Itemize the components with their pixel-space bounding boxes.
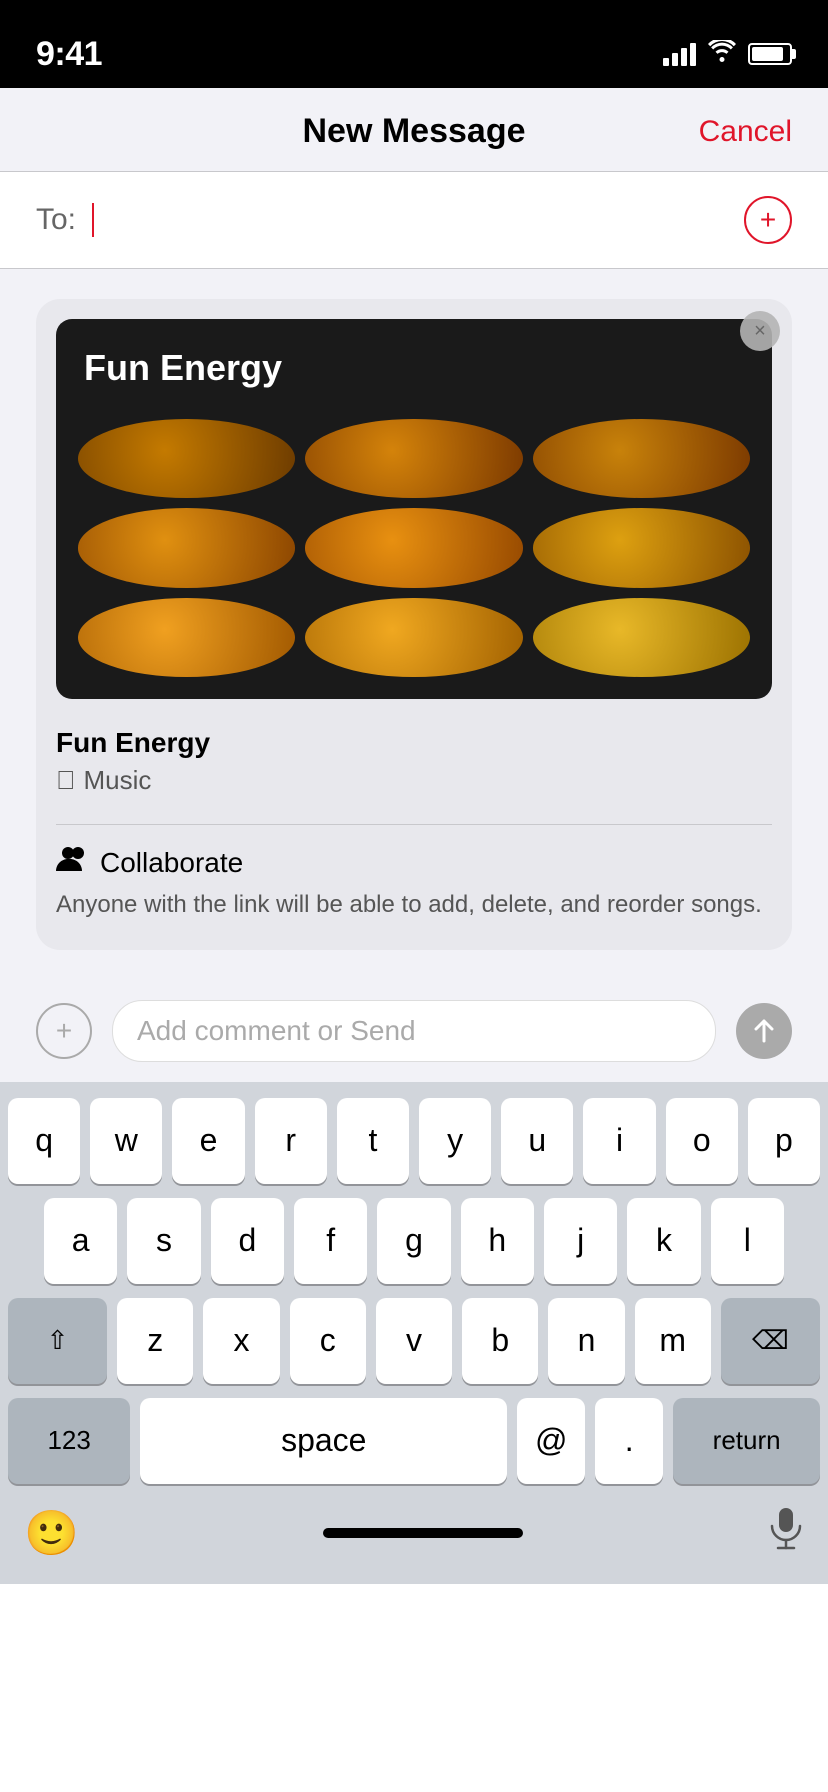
collaborate-icon bbox=[56, 845, 90, 880]
keyboard-row-3: ⇧ z x c v b n m ⌫ bbox=[8, 1298, 820, 1384]
music-name: Fun Energy bbox=[56, 727, 772, 759]
collaborate-title: Collaborate bbox=[56, 845, 772, 880]
delete-key[interactable]: ⌫ bbox=[721, 1298, 820, 1384]
at-key[interactable]: @ bbox=[517, 1398, 585, 1484]
microphone-button[interactable] bbox=[768, 1506, 804, 1560]
key-z[interactable]: z bbox=[117, 1298, 193, 1384]
key-y[interactable]: y bbox=[419, 1098, 491, 1184]
key-a[interactable]: a bbox=[44, 1198, 117, 1284]
apple-logo-icon:  bbox=[56, 765, 76, 796]
nav-title: New Message bbox=[303, 112, 526, 151]
collaborate-desc: Anyone with the link will be able to add… bbox=[56, 888, 772, 922]
key-e[interactable]: e bbox=[172, 1098, 244, 1184]
close-card-button[interactable]: × bbox=[740, 311, 780, 351]
key-n[interactable]: n bbox=[548, 1298, 624, 1384]
dot-key[interactable]: . bbox=[595, 1398, 663, 1484]
send-button[interactable] bbox=[736, 1003, 792, 1059]
emoji-button[interactable]: 🙂 bbox=[24, 1507, 79, 1559]
status-icons bbox=[663, 40, 792, 68]
key-j[interactable]: j bbox=[544, 1198, 617, 1284]
collaborate-section: Collaborate Anyone with the link will be… bbox=[56, 837, 772, 930]
status-time: 9:41 bbox=[36, 35, 102, 74]
keyboard-row-2: a s d f g h j k l bbox=[8, 1198, 820, 1284]
shift-key[interactable]: ⇧ bbox=[8, 1298, 107, 1384]
to-label: To: bbox=[36, 203, 76, 237]
music-info: Fun Energy  Music bbox=[56, 719, 772, 812]
album-art: Fun Energy bbox=[56, 319, 772, 699]
key-k[interactable]: k bbox=[627, 1198, 700, 1284]
to-cursor bbox=[92, 203, 94, 237]
battery-icon bbox=[748, 43, 792, 65]
key-u[interactable]: u bbox=[501, 1098, 573, 1184]
key-d[interactable]: d bbox=[211, 1198, 284, 1284]
status-bar: 9:41 bbox=[0, 0, 828, 88]
keyboard-row-1: q w e r t y u i o p bbox=[8, 1098, 820, 1184]
key-l[interactable]: l bbox=[711, 1198, 784, 1284]
comment-bar: + Add comment or Send bbox=[0, 980, 828, 1082]
home-indicator bbox=[323, 1528, 523, 1538]
key-w[interactable]: w bbox=[90, 1098, 162, 1184]
to-field[interactable]: To: + bbox=[0, 172, 828, 269]
return-key[interactable]: return bbox=[673, 1398, 820, 1484]
wifi-icon bbox=[708, 40, 736, 68]
album-art-title: Fun Energy bbox=[84, 347, 282, 389]
key-p[interactable]: p bbox=[748, 1098, 820, 1184]
key-s[interactable]: s bbox=[127, 1198, 200, 1284]
cancel-button[interactable]: Cancel bbox=[699, 115, 792, 149]
music-service:  Music bbox=[56, 765, 772, 796]
keyboard-row-4: 123 space @ . return bbox=[8, 1398, 820, 1484]
message-area: × Fun Energy Fun Energy bbox=[0, 269, 828, 980]
space-key[interactable]: space bbox=[140, 1398, 507, 1484]
key-b[interactable]: b bbox=[462, 1298, 538, 1384]
service-name: Music bbox=[84, 765, 152, 796]
key-m[interactable]: m bbox=[635, 1298, 711, 1384]
key-i[interactable]: i bbox=[583, 1098, 655, 1184]
music-card: × Fun Energy Fun Energy bbox=[36, 299, 792, 950]
signal-icon bbox=[663, 42, 696, 66]
comment-input[interactable]: Add comment or Send bbox=[112, 1000, 716, 1062]
key-c[interactable]: c bbox=[290, 1298, 366, 1384]
keyboard: q w e r t y u i o p a s d f g h j k l ⇧ … bbox=[0, 1082, 828, 1584]
key-q[interactable]: q bbox=[8, 1098, 80, 1184]
divider bbox=[56, 824, 772, 825]
key-x[interactable]: x bbox=[203, 1298, 279, 1384]
key-o[interactable]: o bbox=[666, 1098, 738, 1184]
key-h[interactable]: h bbox=[461, 1198, 534, 1284]
add-attachment-button[interactable]: + bbox=[36, 1003, 92, 1059]
numbers-key[interactable]: 123 bbox=[8, 1398, 130, 1484]
key-r[interactable]: r bbox=[255, 1098, 327, 1184]
nav-bar: New Message Cancel bbox=[0, 88, 828, 172]
keyboard-bottom: 🙂 bbox=[8, 1498, 820, 1576]
key-v[interactable]: v bbox=[376, 1298, 452, 1384]
add-recipient-button[interactable]: + bbox=[744, 196, 792, 244]
key-g[interactable]: g bbox=[377, 1198, 450, 1284]
key-t[interactable]: t bbox=[337, 1098, 409, 1184]
key-f[interactable]: f bbox=[294, 1198, 367, 1284]
